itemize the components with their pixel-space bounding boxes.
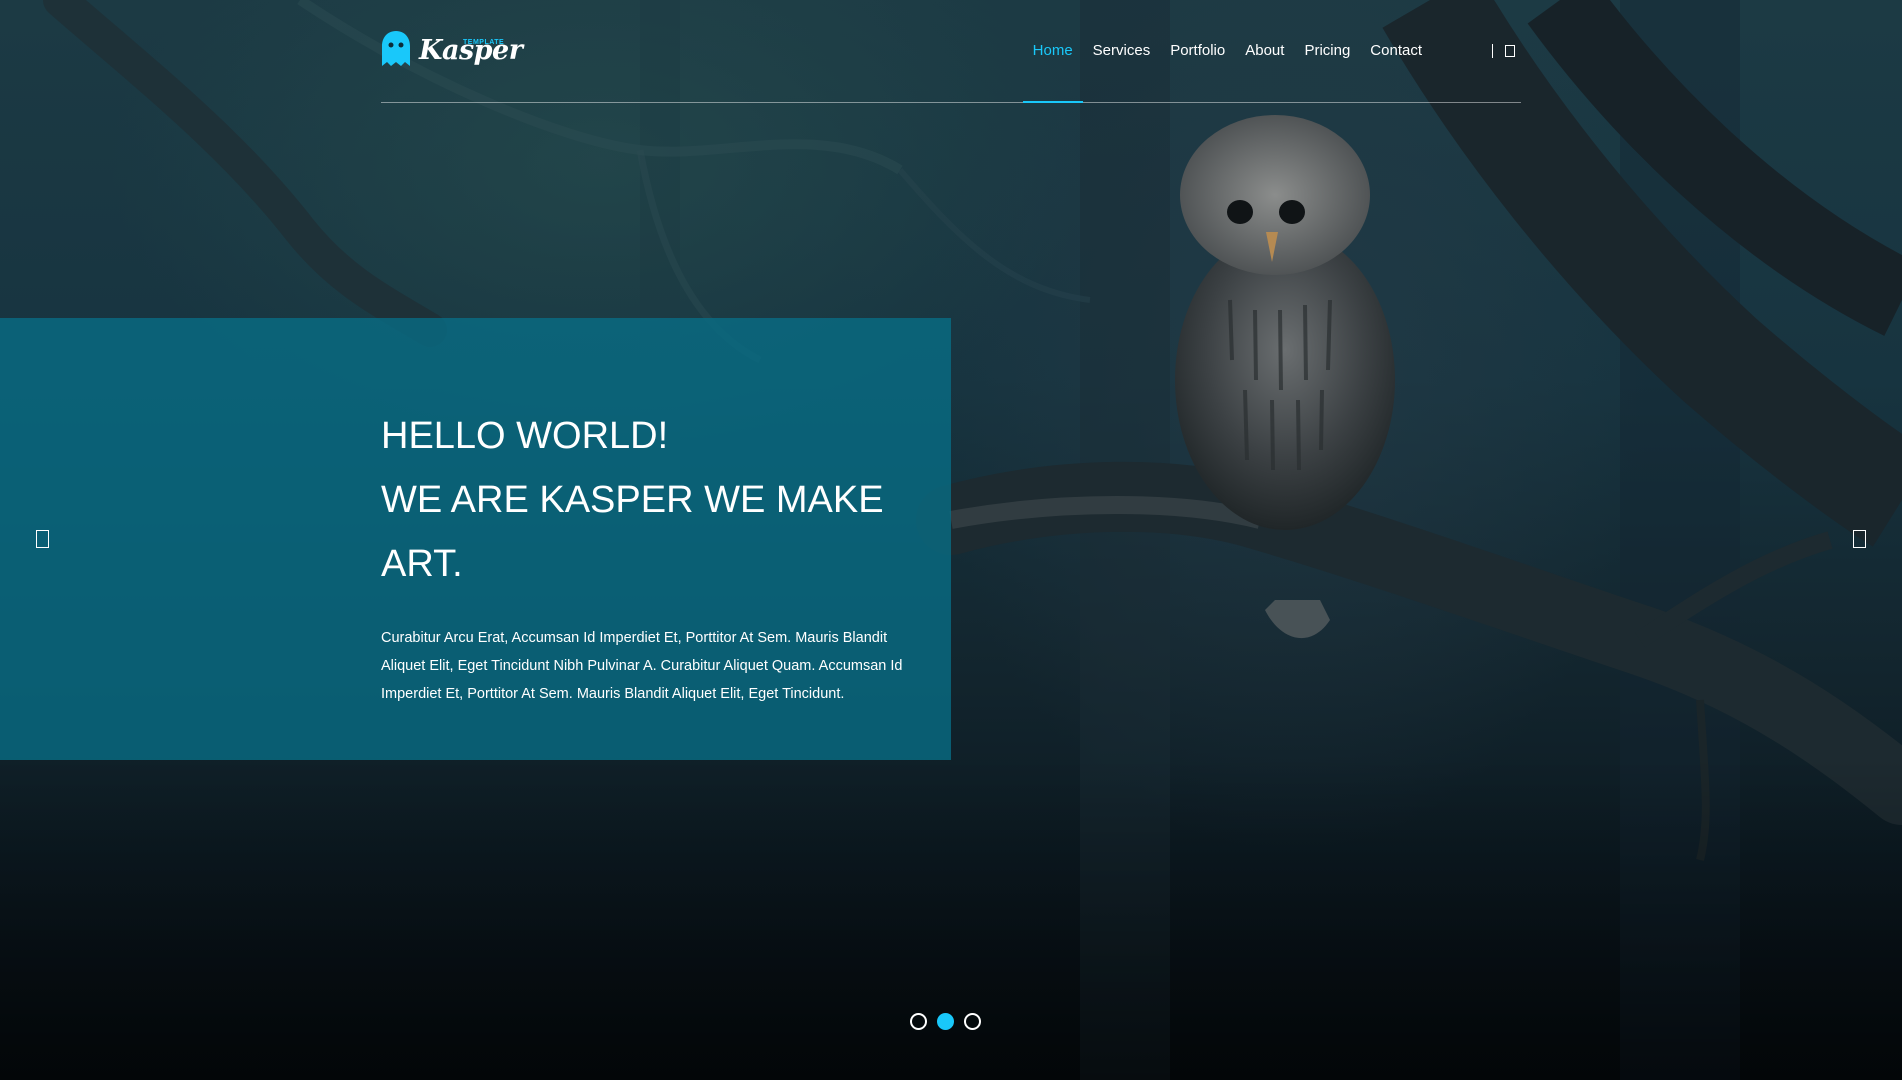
nav-item-services[interactable]: Services (1083, 0, 1161, 102)
hero-heading-line: WE ARE KASPER WE MAKE (381, 479, 884, 521)
hero-heading: HELLO WORLD! WE ARE KASPER WE MAKE ART. (381, 404, 921, 596)
nav-item-pricing[interactable]: Pricing (1294, 0, 1360, 102)
search-icon[interactable] (1505, 45, 1515, 57)
nav-item-portfolio[interactable]: Portfolio (1160, 0, 1235, 102)
ghost-logo-icon (382, 31, 410, 66)
slider-bullet-3[interactable] (964, 1013, 981, 1030)
hero-description: Curabitur Arcu Erat, Accumsan Id Imperdi… (381, 630, 903, 702)
logo-wordmark: Kasper (419, 35, 523, 66)
hero-heading-line: ART. (381, 543, 463, 585)
slider-bullet-2[interactable] (937, 1013, 954, 1030)
chevron-left-icon[interactable] (36, 530, 49, 548)
hero-section: TEMPLATE Kasper Home Services Portfolio … (0, 0, 1902, 1080)
site-header: TEMPLATE Kasper Home Services Portfolio … (381, 0, 1521, 103)
main-nav: Home Services Portfolio About Pricing Co… (1022, 0, 1521, 103)
nav-item-contact[interactable]: Contact (1360, 0, 1432, 102)
nav-item-home[interactable]: Home (1022, 0, 1083, 103)
intro-content: HELLO WORLD! WE ARE KASPER WE MAKE ART. … (381, 404, 921, 708)
nav-item-about[interactable]: About (1235, 0, 1294, 102)
hero-heading-line: HELLO WORLD! (381, 415, 669, 457)
slider-bullet-1[interactable] (910, 1013, 927, 1030)
slider-pagination (910, 1013, 981, 1030)
intro-panel: HELLO WORLD! WE ARE KASPER WE MAKE ART. … (0, 318, 951, 760)
chevron-right-icon[interactable] (1853, 530, 1866, 548)
nav-divider (1492, 44, 1493, 58)
logo[interactable]: TEMPLATE Kasper (381, 28, 523, 74)
